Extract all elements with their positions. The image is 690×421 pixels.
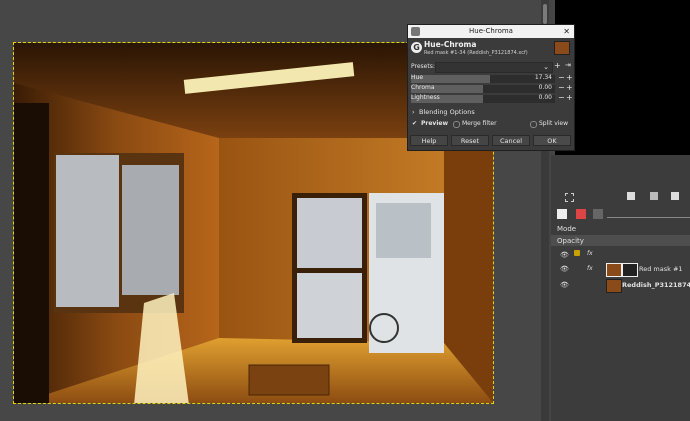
layer-mask-thumbnail	[622, 263, 638, 277]
slider-value[interactable]: 0.00	[521, 84, 552, 91]
gimp-icon	[411, 27, 420, 36]
blending-options-expander[interactable]: › Blending Options	[408, 106, 574, 118]
blending-options-label: Blending Options	[419, 108, 475, 116]
add-preset-icon[interactable]: +	[554, 61, 561, 70]
opacity-label: Opacity	[557, 237, 584, 245]
scrollbar-thumb[interactable]	[543, 4, 547, 24]
slider-label: Hue	[411, 74, 424, 81]
filter-target: Red mask #1-34 (Reddish_P3121874.xcf)	[424, 50, 528, 56]
layers-panel: Mode Opacity 👁 fx 👁 fx Red mask #1 👁 Red…	[551, 155, 690, 421]
increment-icon[interactable]: +	[566, 83, 573, 92]
layer-row[interactable]: 👁 Reddish_P3121874.jpg	[551, 278, 690, 293]
slider-value[interactable]: 0.00	[521, 94, 552, 101]
layer-mask-icon[interactable]	[627, 192, 635, 200]
ok-button[interactable]: OK	[533, 135, 571, 146]
tab-channels[interactable]	[576, 209, 586, 219]
mode-label: Mode	[557, 225, 577, 233]
presets-label: Presets:	[411, 63, 435, 70]
lock-icon[interactable]	[574, 250, 580, 256]
slider-label: Lightness	[411, 94, 440, 101]
presets-dropdown[interactable]: ⌄	[435, 62, 553, 73]
layer-thumbnail	[606, 263, 622, 277]
slider-hue[interactable]: Hue 17.34− +	[408, 73, 574, 84]
presets-menu-icon[interactable]: ⇥	[565, 61, 571, 69]
image-preview-dock	[555, 0, 690, 155]
layer-header-row: 👁 fx	[551, 248, 690, 261]
dialog-title: Hue-Chroma	[469, 27, 513, 35]
tab-paths[interactable]	[593, 209, 603, 219]
image-thumbnail	[554, 41, 570, 55]
filter-name: Hue-Chroma	[424, 40, 477, 49]
slider-label: Chroma	[411, 84, 435, 91]
preview-checkbox[interactable]: ✔	[412, 120, 417, 127]
presets-row: Presets: ⌄ + ⇥	[408, 60, 574, 74]
decrement-icon[interactable]: −	[558, 73, 565, 82]
mode-row[interactable]: Mode	[551, 223, 690, 235]
layer-thumbnail	[606, 279, 622, 293]
visibility-eye-icon[interactable]: 👁	[560, 265, 569, 273]
layer-row[interactable]: 👁 fx Red mask #1	[551, 262, 690, 277]
decrement-icon[interactable]: −	[558, 83, 565, 92]
tabs-underline	[607, 217, 690, 218]
hue-chroma-dialog: Hue-Chroma ✕ G Hue-Chroma Red mask #1-34…	[407, 24, 575, 151]
layers-tabs	[551, 207, 690, 221]
slider-chroma[interactable]: Chroma 0.00− +	[408, 83, 574, 94]
preview-label: Preview	[421, 120, 449, 127]
increment-icon[interactable]: +	[566, 73, 573, 82]
crop-icon[interactable]	[565, 193, 574, 202]
reset-button[interactable]: Reset	[451, 135, 489, 146]
split-view-label: Split view	[539, 120, 569, 127]
channels-icon[interactable]	[650, 192, 658, 200]
layers-panel-toolbar	[551, 191, 690, 203]
dialog-titlebar[interactable]: Hue-Chroma ✕	[408, 25, 574, 38]
dialog-buttons: Help Reset Cancel OK	[410, 135, 572, 147]
tab-layers[interactable]	[557, 209, 567, 219]
chevron-right-icon: ›	[412, 108, 415, 116]
fx-icon[interactable]: fx	[587, 265, 593, 272]
split-view-checkbox[interactable]	[530, 121, 537, 128]
dialog-header: G Hue-Chroma Red mask #1-34 (Reddish_P31…	[408, 38, 574, 60]
merge-filter-label: Merge filter	[462, 120, 497, 127]
fx-icon[interactable]: fx	[587, 250, 593, 257]
help-button[interactable]: Help	[410, 135, 448, 146]
cancel-button[interactable]: Cancel	[492, 135, 530, 146]
gegl-icon: G	[411, 42, 422, 53]
layer-name: Reddish_P3121874.jpg	[622, 281, 690, 289]
visibility-eye-icon[interactable]: 👁	[560, 281, 569, 289]
options-row: ✔ Preview Merge filter Split view	[408, 118, 574, 130]
layer-name: Red mask #1	[639, 265, 683, 273]
slider-lightness[interactable]: Lightness 0.00− +	[408, 93, 574, 104]
merge-filter-checkbox[interactable]	[453, 121, 460, 128]
paths-icon[interactable]	[671, 192, 679, 200]
increment-icon[interactable]: +	[566, 93, 573, 102]
eye-icon[interactable]: 👁	[560, 251, 569, 259]
slider-value[interactable]: 17.34	[521, 74, 552, 81]
close-icon[interactable]: ✕	[563, 25, 570, 38]
opacity-slider[interactable]: Opacity	[551, 235, 690, 246]
decrement-icon[interactable]: −	[558, 93, 565, 102]
chevron-down-icon: ⌄	[543, 63, 549, 71]
